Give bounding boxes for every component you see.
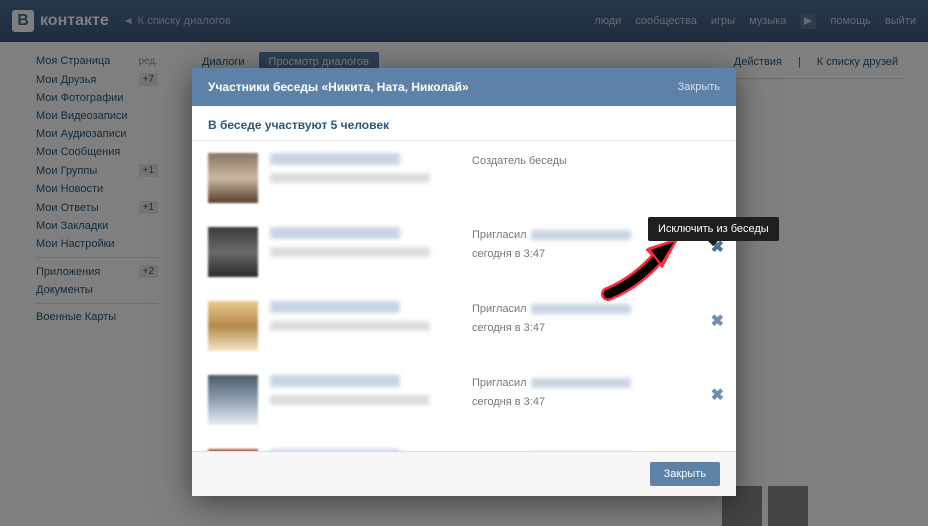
close-button[interactable]: Закрыть (650, 462, 720, 486)
modal-subheader: В беседе участвуют 5 человек (192, 106, 736, 141)
remove-participant-icon[interactable]: ✖ (707, 311, 728, 331)
participant-row: Пригласил ✖ (208, 437, 728, 451)
avatar[interactable] (208, 301, 258, 351)
participant-row: Пригласил сегодня в 3:47 ✖ (208, 363, 728, 437)
modal-close-top[interactable]: Закрыть (678, 81, 720, 93)
participant-name[interactable] (270, 375, 400, 387)
avatar[interactable] (208, 375, 258, 425)
avatar[interactable] (208, 449, 258, 451)
participant-subtitle (270, 247, 430, 257)
participant-subtitle (270, 321, 430, 331)
avatar[interactable] (208, 153, 258, 203)
participant-name[interactable] (270, 153, 400, 165)
modal-footer: Закрыть (192, 451, 736, 496)
participant-name[interactable] (270, 301, 400, 313)
avatar[interactable] (208, 227, 258, 277)
inviter-name[interactable] (531, 378, 631, 388)
modal-overlay: Участники беседы «Никита, Ната, Николай»… (0, 0, 928, 526)
modal-title: Участники беседы «Никита, Ната, Николай» (208, 80, 469, 94)
participant-name[interactable] (270, 227, 400, 239)
participant-name[interactable] (270, 449, 400, 451)
inviter-name[interactable] (531, 304, 631, 314)
participant-row: Создатель беседы (208, 141, 728, 215)
modal-header: Участники беседы «Никита, Ната, Николай»… (192, 68, 736, 106)
participant-subtitle (270, 395, 430, 405)
participant-subtitle (270, 173, 430, 183)
remove-participant-icon[interactable]: ✖ (707, 385, 728, 405)
creator-label: Создатель беседы (472, 153, 728, 170)
tooltip-exclude: Исключить из беседы (648, 217, 779, 241)
annotation-arrow-icon (598, 232, 688, 302)
